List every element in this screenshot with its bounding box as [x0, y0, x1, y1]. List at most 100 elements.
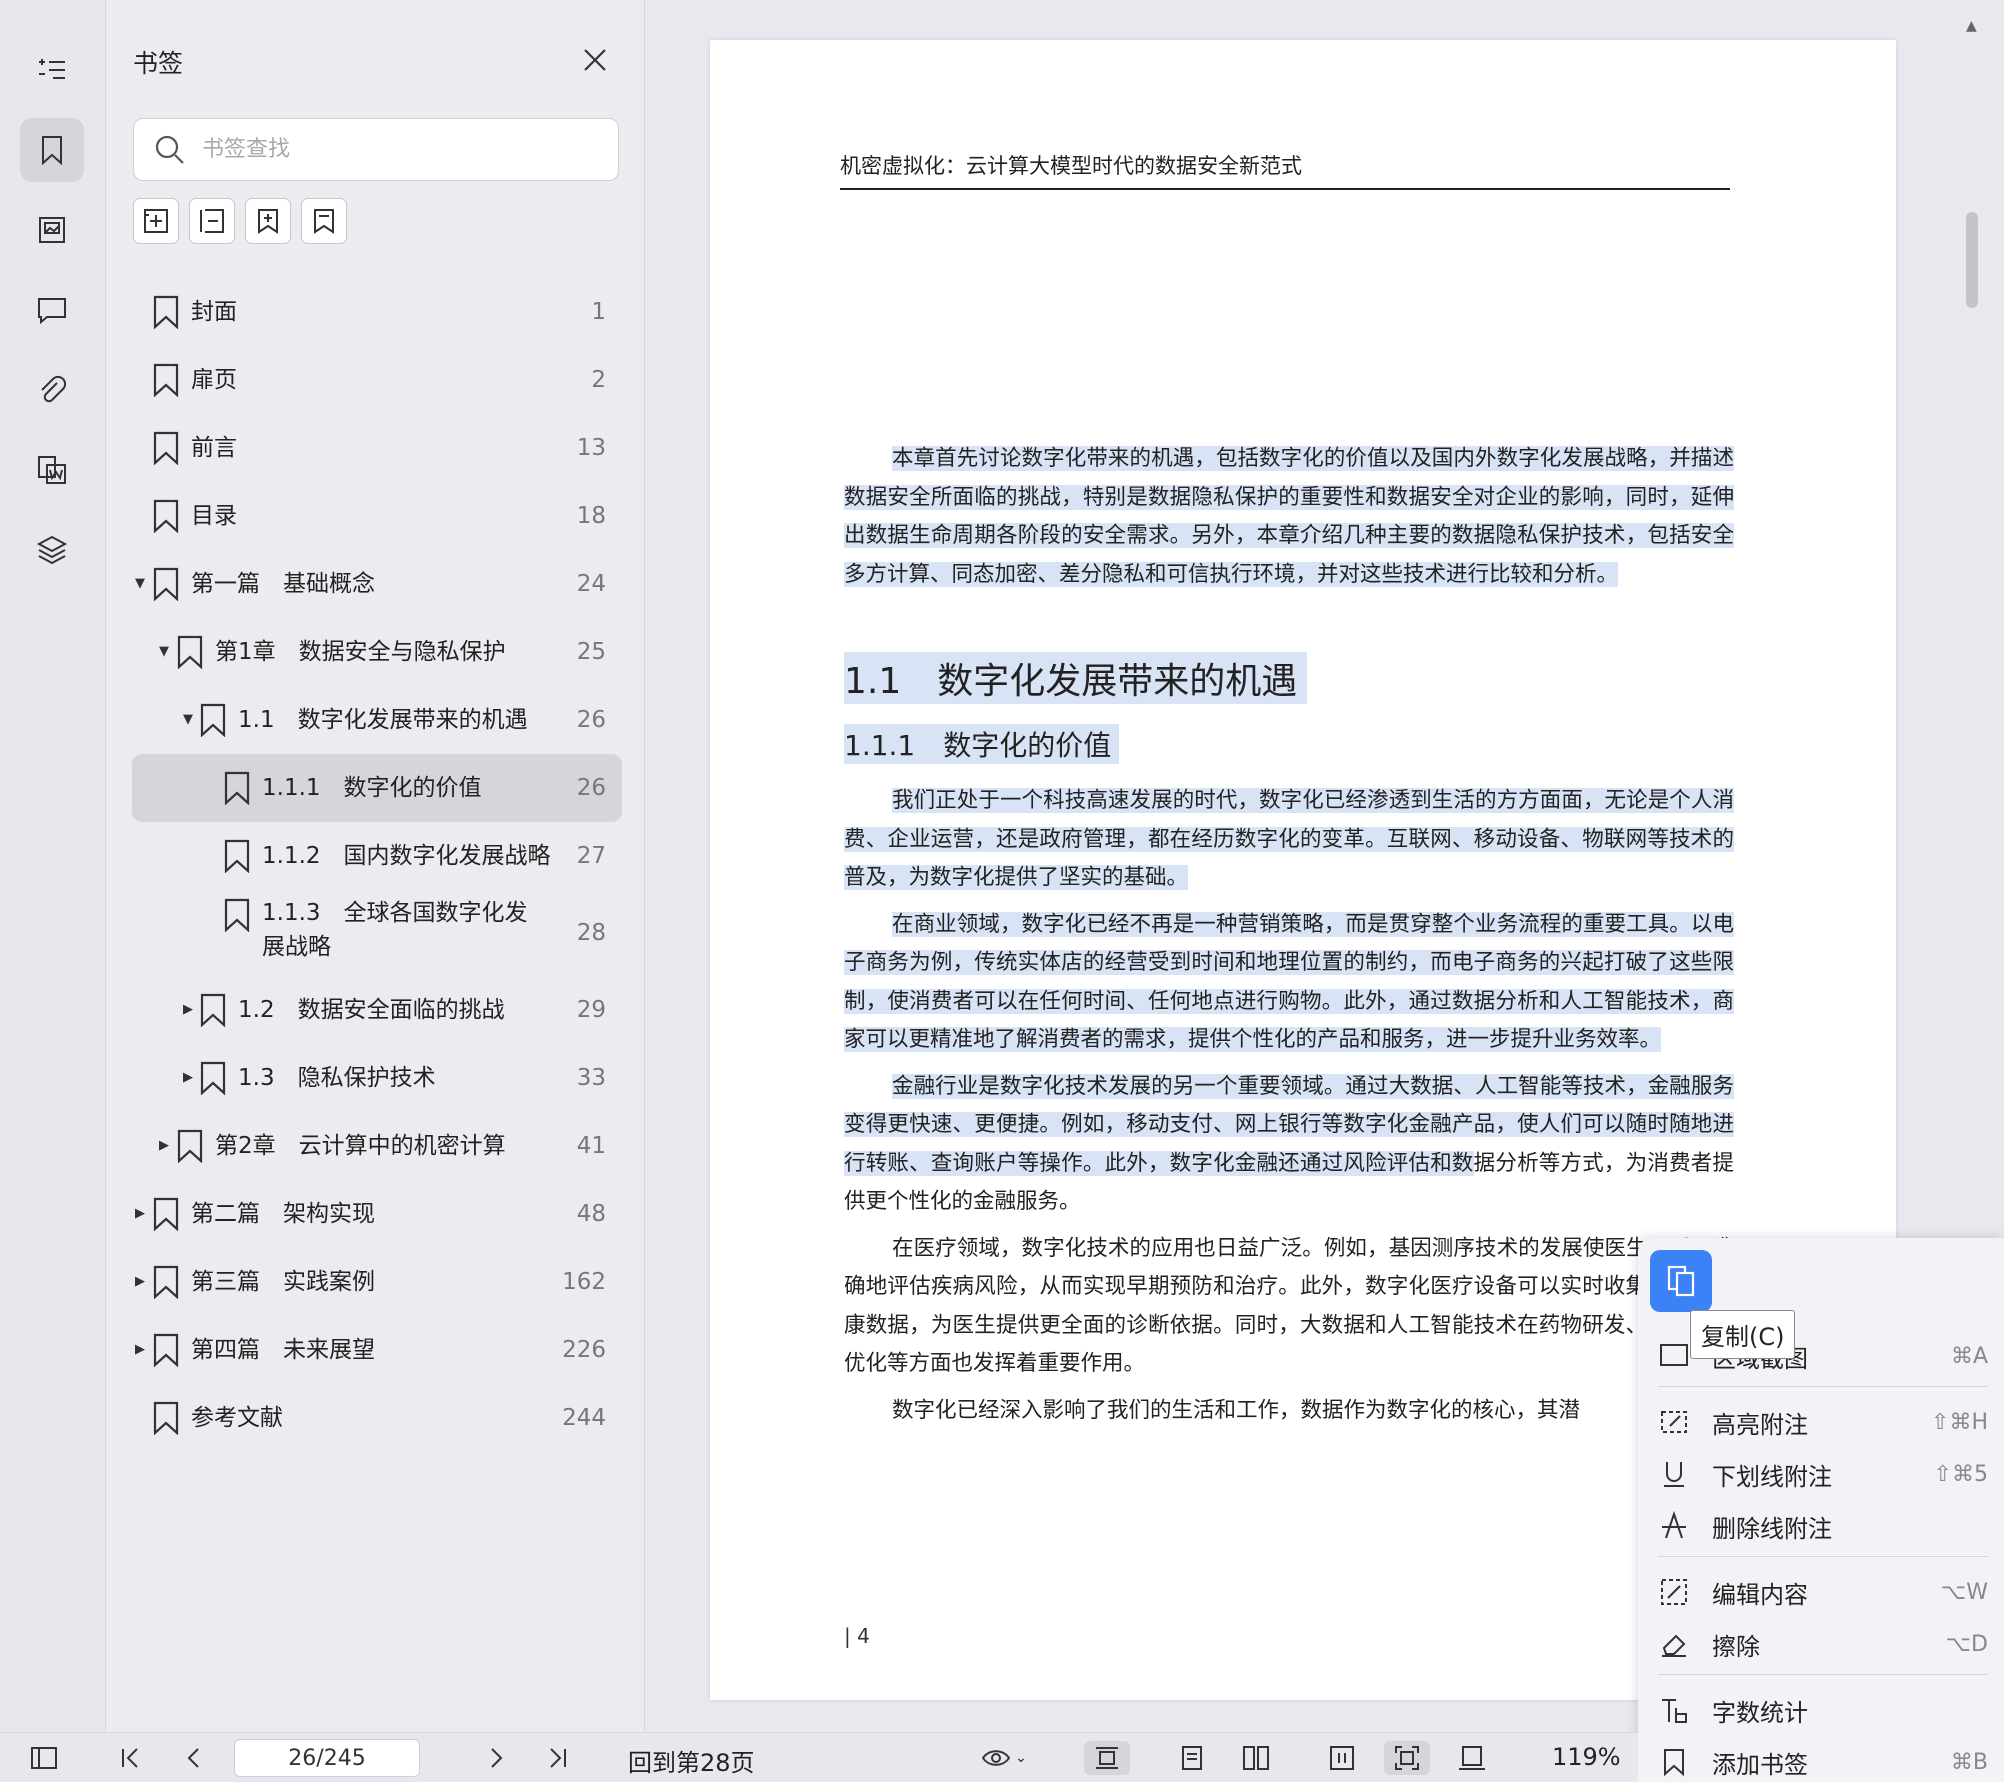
- bookmark-item[interactable]: 参考文献 244: [132, 1384, 622, 1452]
- bookmark-item[interactable]: 扉页 2: [132, 346, 622, 414]
- section-heading[interactable]: 1.1 数字化发展带来的机遇: [844, 652, 1308, 704]
- collapse-arrow-icon[interactable]: ▼: [156, 644, 172, 660]
- bookmark-page: 27: [576, 843, 606, 869]
- next-page-icon[interactable]: [478, 1741, 514, 1775]
- bookmark-icon[interactable]: [20, 118, 84, 182]
- menu-item-word-count[interactable]: 字数统计: [1658, 1688, 1988, 1732]
- bookmark-label: 1.1.3 全球各国数字化发展战略: [262, 900, 528, 960]
- menu-item-edit-content[interactable]: 编辑内容 ⌥W: [1658, 1570, 1988, 1614]
- page-number: | 4: [844, 1624, 870, 1648]
- copy-button[interactable]: [1650, 1250, 1712, 1312]
- fit-width-icon[interactable]: [1322, 1741, 1362, 1775]
- expand-arrow-icon[interactable]: ▶: [132, 1342, 148, 1358]
- collapse-arrow-icon[interactable]: ▼: [132, 576, 148, 592]
- back-to-page-link[interactable]: 回到第28页: [628, 1743, 755, 1778]
- paragraph[interactable]: 我们正处于一个科技高速发展的时代，数字化已经渗透到生活的方方面面，无论是个人消费…: [844, 788, 1734, 890]
- bookmark-icon: [152, 1401, 180, 1436]
- word-convert-icon[interactable]: [20, 438, 84, 502]
- eraser-icon: [1662, 1634, 1686, 1657]
- bookmark-page: 28: [576, 920, 606, 946]
- menu-item-add-bookmark[interactable]: 添加书签 ⌘B: [1658, 1740, 1988, 1782]
- bookmark-item[interactable]: 前言 13: [132, 414, 622, 482]
- bookmark-label: 1.1 数字化发展带来的机遇: [238, 707, 528, 733]
- bookmark-label: 第二篇 架构实现: [191, 1201, 375, 1227]
- first-page-icon[interactable]: [112, 1741, 148, 1775]
- bookmark-item[interactable]: 1.1.3 全球各国数字化发展战略 28: [132, 890, 622, 976]
- collapse-arrow-icon[interactable]: ▼: [180, 712, 196, 728]
- screenshot-icon: [1660, 1344, 1688, 1366]
- bookmark-icon: [152, 567, 180, 602]
- actual-size-icon[interactable]: [1452, 1741, 1492, 1775]
- bookmark-label: 参考文献: [191, 1405, 283, 1431]
- page-body: 本章首先讨论数字化带来的机遇，包括数字化的价值以及国内外数字化发展战略，并描述数…: [844, 440, 1734, 1438]
- menu-item-highlight[interactable]: 高亮附注 ⇧⌘H: [1658, 1400, 1988, 1444]
- bookmark-page: 162: [562, 1269, 606, 1295]
- expand-all-icon[interactable]: [133, 198, 179, 244]
- bookmark-search[interactable]: [133, 118, 619, 181]
- bookmark-item[interactable]: ▼ 第1章 数据安全与隐私保护 25: [132, 618, 622, 686]
- paragraph[interactable]: 在医疗领域，数字化技术的应用也日益广泛。例如，基因测序技术的发展使医生可以更准确…: [844, 1230, 1734, 1384]
- bookmark-item-selected[interactable]: 1.1.1 数字化的价值 26: [132, 754, 622, 822]
- bookmark-item[interactable]: ▶ 1.2 数据安全面临的挑战 29: [132, 976, 622, 1044]
- bookmark-page: 33: [576, 1065, 606, 1091]
- bottom-toolbar: 回到第28页 ⌄ 119%: [0, 1732, 1638, 1782]
- bookmark-item[interactable]: ▶ 1.3 隐私保护技术 33: [132, 1044, 622, 1112]
- bookmark-label: 前言: [191, 435, 237, 461]
- paragraph[interactable]: 数字化已经深入影响了我们的生活和工作，数据作为数字化的核心，其潜: [844, 1392, 1734, 1431]
- bookmark-label: 第1章 数据安全与隐私保护: [215, 639, 506, 665]
- menu-item-underline[interactable]: 下划线附注 ⇧⌘5: [1658, 1452, 1988, 1496]
- previous-page-icon[interactable]: [176, 1741, 212, 1775]
- outline-icon[interactable]: [20, 38, 84, 102]
- bookmark-item[interactable]: ▶ 第四篇 未来展望 226: [132, 1316, 622, 1384]
- image-icon[interactable]: [20, 198, 84, 262]
- bookmark-page: 18: [576, 503, 606, 529]
- bookmark-label: 第四篇 未来展望: [191, 1337, 375, 1363]
- search-icon: [155, 135, 184, 164]
- bookmark-item[interactable]: ▼ 第一篇 基础概念 24: [132, 550, 622, 618]
- two-page-icon[interactable]: [1236, 1741, 1276, 1775]
- continuous-scroll-icon[interactable]: [1084, 1741, 1130, 1775]
- bookmark-icon: [199, 993, 227, 1028]
- menu-item-erase[interactable]: 擦除 ⌥D: [1658, 1622, 1988, 1666]
- collapse-all-icon[interactable]: [189, 198, 235, 244]
- attachment-icon[interactable]: [20, 358, 84, 422]
- bookmark-item[interactable]: 1.1.2 国内数字化发展战略 27: [132, 822, 622, 890]
- expand-arrow-icon[interactable]: ▶: [132, 1206, 148, 1222]
- menu-item-strikethrough[interactable]: 删除线附注: [1658, 1504, 1988, 1548]
- search-input[interactable]: [202, 137, 582, 162]
- bookmark-item[interactable]: ▶ 第二篇 架构实现 48: [132, 1180, 622, 1248]
- page-number-input[interactable]: [234, 1739, 420, 1777]
- expand-arrow-icon[interactable]: ▶: [132, 1274, 148, 1290]
- subsection-heading[interactable]: 1.1.1 数字化的价值: [844, 724, 1120, 764]
- paragraph[interactable]: 在商业领域，数字化已经不再是一种营销策略，而是贯穿整个业务流程的重要工具。以电子…: [844, 911, 1734, 1052]
- bookmark-item[interactable]: ▶ 第2章 云计算中的机密计算 41: [132, 1112, 622, 1180]
- word-count-icon: [1662, 1699, 1687, 1723]
- bookmark-icon: [223, 771, 251, 806]
- fit-page-icon[interactable]: [1384, 1741, 1430, 1775]
- bookmark-icon: [152, 499, 180, 534]
- expand-arrow-icon[interactable]: ▶: [180, 1002, 196, 1018]
- bookmark-item[interactable]: ▼ 1.1 数字化发展带来的机遇 26: [132, 686, 622, 754]
- intro-paragraph[interactable]: 本章首先讨论数字化带来的机遇，包括数字化的价值以及国内外数字化发展战略，并描述数…: [844, 446, 1734, 587]
- layers-icon[interactable]: [20, 518, 84, 582]
- bookmark-icon: [152, 1265, 180, 1300]
- last-page-icon[interactable]: [540, 1741, 576, 1775]
- close-icon[interactable]: [581, 46, 609, 74]
- zoom-level[interactable]: 119%: [1552, 1743, 1621, 1771]
- eye-view-icon[interactable]: ⌄: [974, 1741, 1034, 1775]
- add-bookmark-icon[interactable]: [245, 198, 291, 244]
- edit-content-icon: [1661, 1579, 1687, 1605]
- bookmark-item[interactable]: ▶ 第三篇 实践案例 162: [132, 1248, 622, 1316]
- toggle-sidebar-icon[interactable]: [26, 1741, 62, 1775]
- bookmark-label: 第2章 云计算中的机密计算: [215, 1133, 506, 1159]
- scrollbar-thumb[interactable]: [1966, 212, 1978, 308]
- expand-arrow-icon[interactable]: ▶: [180, 1070, 196, 1086]
- comment-icon[interactable]: [20, 278, 84, 342]
- expand-arrow-icon[interactable]: ▶: [156, 1138, 172, 1154]
- scroll-up-icon[interactable]: ▲: [1966, 18, 1977, 34]
- bookmark-item[interactable]: 封面 1: [132, 278, 622, 346]
- remove-bookmark-icon[interactable]: [301, 198, 347, 244]
- single-page-icon[interactable]: [1172, 1741, 1212, 1775]
- bookmark-label: 目录: [191, 503, 237, 529]
- bookmark-item[interactable]: 目录 18: [132, 482, 622, 550]
